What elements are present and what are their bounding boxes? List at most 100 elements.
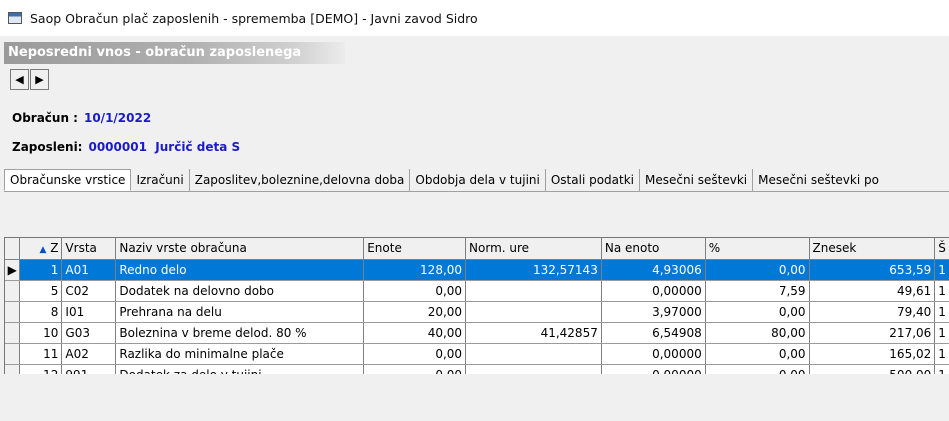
cell-enote[interactable]: 0,00 bbox=[363, 343, 467, 365]
arrow-left-icon: ◀ bbox=[15, 73, 24, 86]
cell-naziv[interactable]: Dodatek za delo v tujini bbox=[115, 364, 365, 374]
cell-norm-ure[interactable] bbox=[465, 343, 602, 365]
table-row[interactable]: 8 I01 Prehrana na delu 20,00 3,97000 0,0… bbox=[5, 301, 949, 323]
cell-naziv[interactable]: Redno delo bbox=[115, 259, 365, 281]
column-header-norm-ure[interactable]: Norm. ure bbox=[465, 238, 602, 260]
obracun-row: Obračun : 10/1/2022 bbox=[12, 111, 151, 125]
cell-s[interactable]: 1 bbox=[934, 280, 949, 302]
cell-naziv[interactable]: Boleznina v breme delod. 80 % bbox=[115, 322, 365, 344]
row-indicator bbox=[5, 322, 21, 344]
cell-vrsta[interactable]: G03 bbox=[61, 322, 117, 344]
table-row[interactable]: 12 991 Dodatek za delo v tujini 0,00 0,0… bbox=[5, 364, 949, 374]
cell-na-enoto[interactable]: 0,00000 bbox=[601, 280, 706, 302]
cell-z[interactable]: 12 bbox=[19, 364, 63, 374]
row-indicator bbox=[5, 280, 21, 302]
current-row-indicator-icon: ▶ bbox=[5, 259, 21, 281]
cell-norm-ure[interactable]: 132,57143 bbox=[465, 259, 602, 281]
cell-norm-ure[interactable] bbox=[465, 280, 602, 302]
cell-enote[interactable]: 0,00 bbox=[363, 364, 467, 374]
cell-vrsta[interactable]: C02 bbox=[61, 280, 117, 302]
cell-s[interactable]: 1 bbox=[934, 259, 949, 281]
tab-izracuni[interactable]: Izračuni bbox=[131, 169, 190, 191]
cell-znesek[interactable]: 217,06 bbox=[809, 322, 936, 344]
cell-percent[interactable]: 0,00 bbox=[705, 343, 810, 365]
tab-obdobja-dela-v-tujini[interactable]: Obdobja dela v tujini bbox=[410, 169, 546, 191]
cell-z[interactable]: 5 bbox=[19, 280, 63, 302]
cell-znesek[interactable]: 165,02 bbox=[809, 343, 936, 365]
cell-s[interactable]: 1 bbox=[934, 301, 949, 323]
row-indicator bbox=[5, 343, 21, 365]
cell-norm-ure[interactable]: 41,42857 bbox=[465, 322, 602, 344]
cell-vrsta[interactable]: 991 bbox=[61, 364, 117, 374]
cell-z[interactable]: 11 bbox=[19, 343, 63, 365]
cell-norm-ure[interactable] bbox=[465, 301, 602, 323]
tab-zaposlitev[interactable]: Zaposlitev,boleznine,delovna doba bbox=[190, 169, 411, 191]
zaposleni-row: Zaposleni: 0000001 Jurčič deta S bbox=[12, 140, 240, 154]
cell-enote[interactable]: 40,00 bbox=[363, 322, 467, 344]
row-indicator bbox=[5, 301, 21, 323]
column-header-znesek[interactable]: Znesek bbox=[809, 238, 936, 260]
cell-z[interactable]: 8 bbox=[19, 301, 63, 323]
column-header-vrsta[interactable]: Vrsta bbox=[61, 238, 117, 260]
column-header-z[interactable]: ▲ Z bbox=[19, 238, 63, 260]
cell-naziv[interactable]: Dodatek na delovno dobo bbox=[115, 280, 365, 302]
cell-z[interactable]: 1 bbox=[19, 259, 63, 281]
cell-z[interactable]: 10 bbox=[19, 322, 63, 344]
cell-vrsta[interactable]: A02 bbox=[61, 343, 117, 365]
cell-vrsta[interactable]: I01 bbox=[61, 301, 117, 323]
cell-na-enoto[interactable]: 0,00000 bbox=[601, 343, 706, 365]
cell-s[interactable]: 1 bbox=[934, 343, 949, 365]
window-titlebar: Saop Obračun plač zaposlenih - sprememba… bbox=[0, 0, 949, 36]
cell-percent[interactable]: 0,00 bbox=[705, 301, 810, 323]
next-record-button[interactable]: ▶ bbox=[30, 69, 49, 90]
cell-enote[interactable]: 128,00 bbox=[363, 259, 467, 281]
row-indicator-header bbox=[5, 238, 21, 260]
table-row[interactable]: 10 G03 Boleznina v breme delod. 80 % 40,… bbox=[5, 322, 949, 344]
panel-title: Neposredni vnos - obračun zaposlenega bbox=[4, 42, 345, 64]
tab-mesecni-sestevki[interactable]: Mesečni seštevki bbox=[640, 169, 754, 191]
cell-znesek[interactable]: 49,61 bbox=[809, 280, 936, 302]
cell-znesek[interactable]: 500,00 bbox=[809, 364, 936, 374]
grid-table: ▲ Z Vrsta Naziv vrste obračuna Enote Nor… bbox=[5, 238, 949, 374]
cell-enote[interactable]: 20,00 bbox=[363, 301, 467, 323]
sort-ascending-icon: ▲ bbox=[39, 245, 47, 256]
cell-enote[interactable]: 0,00 bbox=[363, 280, 467, 302]
cell-vrsta[interactable]: A01 bbox=[61, 259, 117, 281]
cell-znesek[interactable]: 79,40 bbox=[809, 301, 936, 323]
arrow-right-icon: ▶ bbox=[35, 73, 44, 86]
table-row[interactable]: ▶ 1 A01 Redno delo 128,00 132,57143 4,93… bbox=[5, 259, 949, 281]
cell-na-enoto[interactable]: 3,97000 bbox=[601, 301, 706, 323]
obracun-label: Obračun : bbox=[12, 111, 78, 125]
cell-norm-ure[interactable] bbox=[465, 364, 602, 374]
column-header-enote[interactable]: Enote bbox=[363, 238, 467, 260]
cell-percent[interactable]: 0,00 bbox=[705, 259, 810, 281]
tab-bar: Obračunske vrstice Izračuni Zaposlitev,b… bbox=[4, 169, 949, 192]
tab-mesecni-sestevki-po[interactable]: Mesečni seštevki po bbox=[753, 169, 884, 191]
tab-obracunske-vrstice[interactable]: Obračunske vrstice bbox=[4, 169, 132, 191]
table-row[interactable]: 11 A02 Razlika do minimalne plače 0,00 0… bbox=[5, 343, 949, 365]
row-indicator bbox=[5, 364, 21, 374]
previous-record-button[interactable]: ◀ bbox=[10, 69, 29, 90]
cell-percent[interactable]: 7,59 bbox=[705, 280, 810, 302]
window-title: Saop Obračun plač zaposlenih - sprememba… bbox=[30, 10, 478, 26]
column-header-s[interactable]: Š bbox=[934, 238, 949, 260]
cell-znesek[interactable]: 653,59 bbox=[809, 259, 936, 281]
cell-naziv[interactable]: Razlika do minimalne plače bbox=[115, 343, 365, 365]
cell-s[interactable]: 1 bbox=[934, 364, 949, 374]
cell-percent[interactable]: 0,00 bbox=[705, 364, 810, 374]
cell-percent[interactable]: 80,00 bbox=[705, 322, 810, 344]
column-header-na-enoto[interactable]: Na enoto bbox=[601, 238, 706, 260]
data-grid[interactable]: ▲ Z Vrsta Naziv vrste obračuna Enote Nor… bbox=[4, 237, 949, 374]
column-header-naziv[interactable]: Naziv vrste obračuna bbox=[115, 238, 365, 260]
zaposleni-value: 0000001 Jurčič deta S bbox=[88, 140, 241, 154]
app-window-icon bbox=[8, 12, 22, 24]
table-row[interactable]: 5 C02 Dodatek na delovno dobo 0,00 0,000… bbox=[5, 280, 949, 302]
cell-na-enoto[interactable]: 0,00000 bbox=[601, 364, 706, 374]
tab-ostali-podatki[interactable]: Ostali podatki bbox=[546, 169, 641, 191]
cell-na-enoto[interactable]: 4,93006 bbox=[601, 259, 706, 281]
grid-header-row: ▲ Z Vrsta Naziv vrste obračuna Enote Nor… bbox=[5, 238, 949, 260]
cell-na-enoto[interactable]: 6,54908 bbox=[601, 322, 706, 344]
cell-naziv[interactable]: Prehrana na delu bbox=[115, 301, 365, 323]
cell-s[interactable]: 1 bbox=[934, 322, 949, 344]
column-header-percent[interactable]: % bbox=[705, 238, 810, 260]
